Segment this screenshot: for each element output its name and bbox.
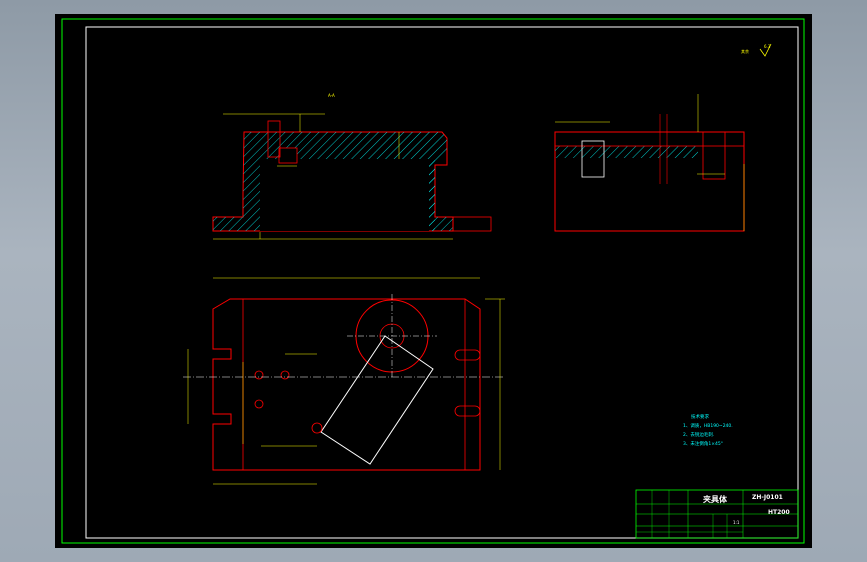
cad-drawing: 其余 6.3 A-A 技术要求 1、调质，HB190~240. 2、去锐边毛刺.… bbox=[61, 18, 805, 544]
cad-viewport[interactable]: 其余 6.3 A-A 技术要求 1、调质，HB190~240. 2、去锐边毛刺.… bbox=[55, 14, 812, 548]
roughness-note: 其余 6.3 bbox=[741, 43, 772, 57]
title-scale: 1:1 bbox=[733, 520, 740, 525]
title-drawing-code: ZH-J0101 bbox=[752, 494, 783, 501]
roughness-label: 其余 bbox=[741, 48, 749, 54]
tech-item-2: 2、去锐边毛刺. bbox=[683, 431, 714, 438]
side-view bbox=[554, 94, 745, 232]
outer-frame bbox=[61, 18, 805, 544]
title-material: HT200 bbox=[768, 509, 790, 516]
tech-item-1: 1、调质，HB190~240. bbox=[683, 422, 733, 429]
tech-requirements: 技术要求 1、调质，HB190~240. 2、去锐边毛刺. 3、未注倒角1×45… bbox=[683, 413, 733, 447]
tech-title: 技术要求 bbox=[691, 413, 709, 420]
inner-frame bbox=[85, 26, 799, 539]
title-part-name: 夹具体 bbox=[703, 494, 728, 504]
plan-view bbox=[183, 277, 505, 485]
section-view-aa: A-A bbox=[212, 93, 492, 240]
section-label: A-A bbox=[328, 93, 335, 98]
title-block: 夹具体 ZH-J0101 HT200 1:1 bbox=[635, 489, 799, 539]
tech-item-3: 3、未注倒角1×45° bbox=[683, 440, 723, 447]
